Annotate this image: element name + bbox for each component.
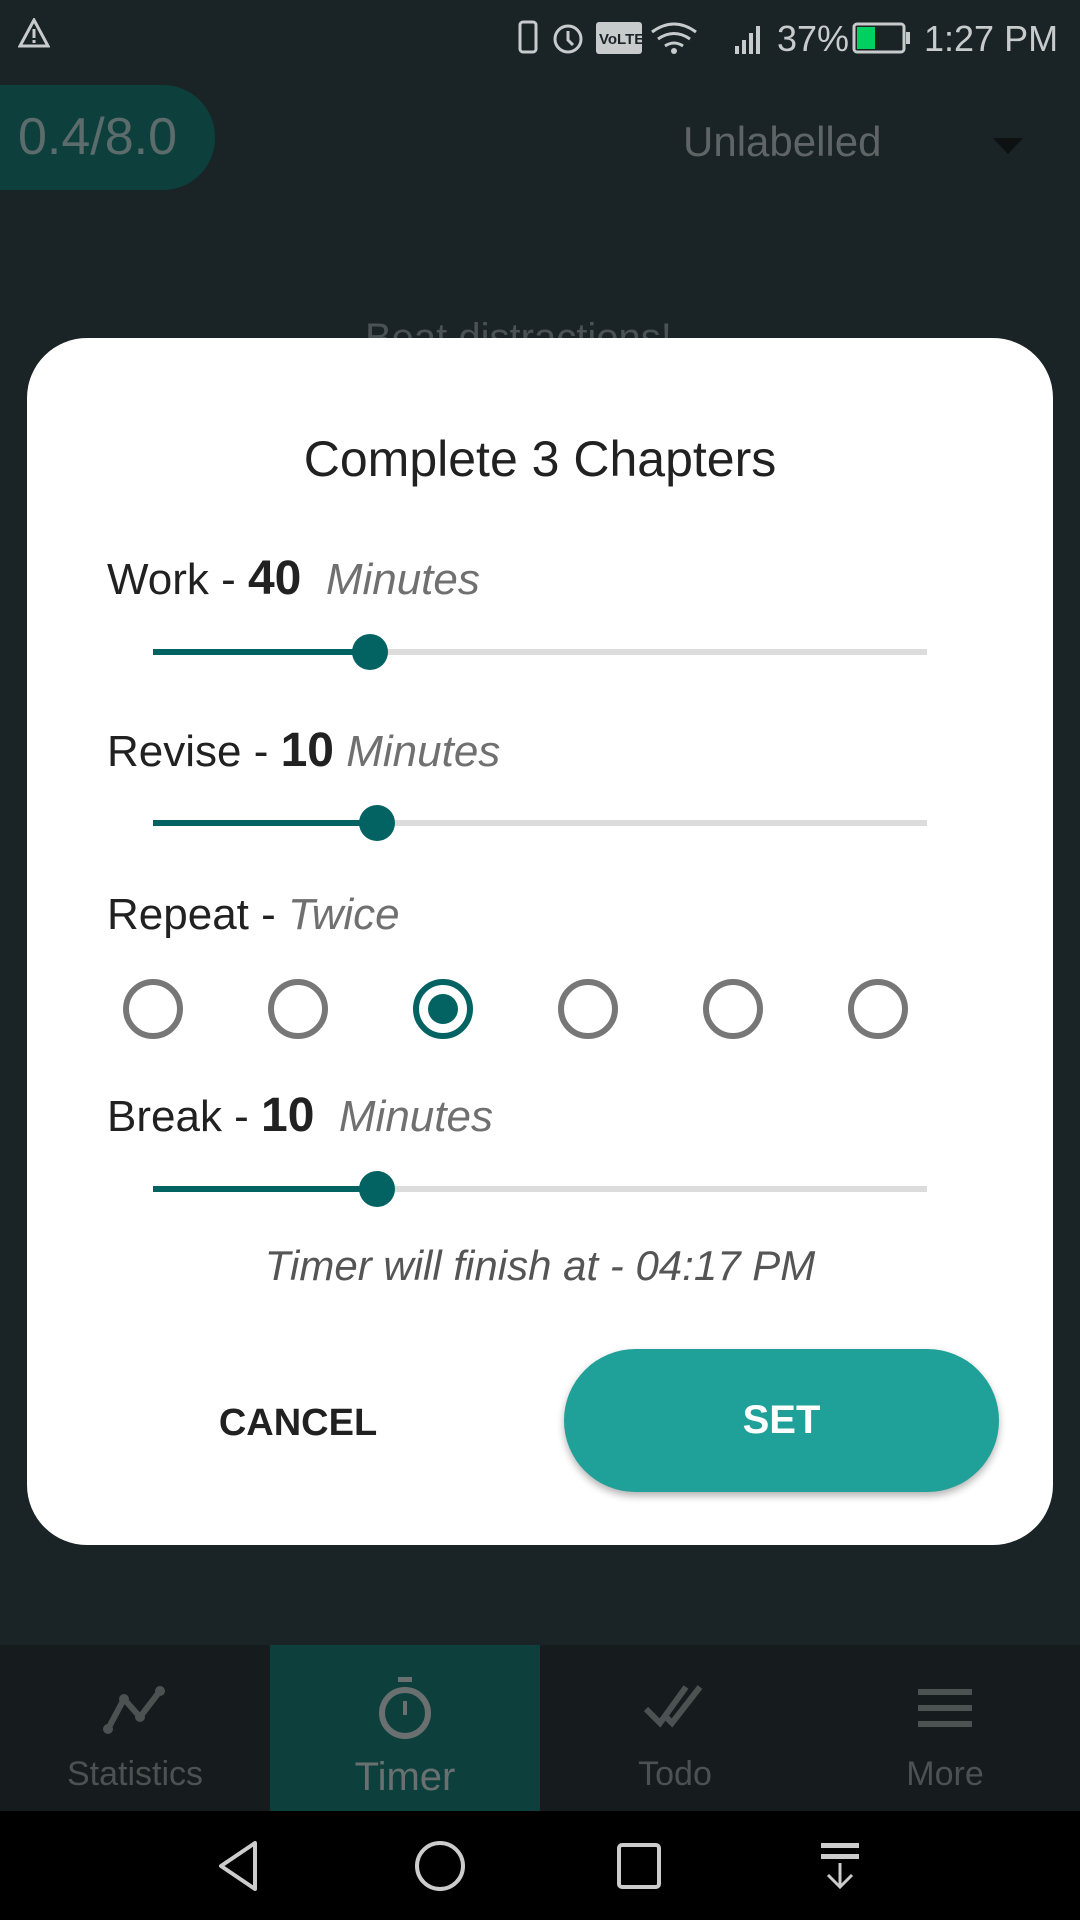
tab-label: More [906, 1755, 984, 1793]
system-navigation-bar [0, 1811, 1080, 1920]
notifications-button[interactable] [740, 1811, 940, 1920]
home-icon [415, 1840, 465, 1891]
work-value: 40 [247, 552, 302, 605]
break-value: 10 [261, 1089, 315, 1142]
break-slider[interactable] [153, 1171, 927, 1207]
tab-label: Todo [638, 1755, 712, 1793]
repeat-radio-2[interactable] [268, 979, 328, 1039]
svg-text:VoLTE: VoLTE [599, 31, 644, 48]
repeat-radio-5[interactable] [703, 979, 763, 1039]
slider-thumb[interactable] [351, 634, 388, 670]
tab-label: Statistics [66, 1755, 204, 1793]
pull-down-icon [821, 1842, 859, 1889]
tab-label: Timer [354, 1755, 456, 1799]
menu-icon [918, 1689, 972, 1727]
tab-timer[interactable]: Timer [270, 1645, 540, 1811]
repeat-text: Repeat - [107, 890, 288, 939]
vibrate-icon [518, 20, 538, 54]
break-unit: Minutes [338, 1092, 493, 1141]
recents-icon [617, 1842, 661, 1889]
bottom-navigation: Statistics Timer Todo More [0, 1645, 1080, 1811]
tab-todo[interactable]: Todo [540, 1645, 810, 1811]
finish-time-text: Timer will finish at - 04:17 PM [264, 1242, 816, 1289]
status-bar: VoLTE 37% 1:27 PM [0, 0, 1080, 75]
revise-value: 10 [280, 724, 334, 777]
stopwatch-icon [379, 1677, 431, 1739]
tab-statistics[interactable]: Statistics [0, 1645, 270, 1811]
break-text: Break - [107, 1092, 262, 1141]
work-text: Work - [107, 555, 248, 604]
revise-slider[interactable] [153, 805, 927, 841]
repeat-radio-4[interactable] [558, 979, 618, 1039]
repeat-radio-1[interactable] [123, 979, 183, 1039]
dialog-title: Complete 3 Chapters [303, 431, 777, 487]
daily-progress-pill[interactable]: 0.4/8.0 [0, 85, 215, 190]
repeat-value: Twice [287, 890, 400, 939]
break-label: Break - 10 Minutes [107, 1088, 493, 1143]
timer-settings-dialog: Complete 3 Chapters Work - 40 Minutes Re… [27, 338, 1053, 1545]
slider-fill [153, 820, 378, 826]
work-unit: Minutes [325, 555, 480, 604]
back-button[interactable] [140, 1811, 340, 1920]
revise-text: Revise - [107, 727, 281, 776]
signal-icon [735, 26, 760, 54]
repeat-label: Repeat - Twice [107, 890, 400, 940]
chart-line-icon [103, 1686, 165, 1734]
slider-fill [153, 649, 370, 655]
wifi-icon [651, 22, 697, 54]
double-check-icon [643, 1685, 703, 1728]
revise-label: Revise - 10 Minutes [107, 723, 500, 778]
battery-percent: 37% [777, 18, 850, 59]
work-label: Work - 40 Minutes [107, 551, 480, 606]
clock: 1:27 PM [924, 18, 1059, 59]
slider-fill [153, 1186, 378, 1192]
revise-unit: Minutes [346, 727, 501, 776]
chevron-down-icon[interactable] [993, 138, 1023, 154]
repeat-radio-3[interactable] [413, 979, 473, 1039]
alarm-icon [553, 24, 583, 54]
tab-more[interactable]: More [810, 1645, 1080, 1811]
volte-icon: VoLTE [596, 22, 644, 54]
slider-thumb[interactable] [359, 805, 396, 841]
warning-icon [18, 18, 50, 48]
cancel-button[interactable]: CANCEL [187, 1398, 409, 1448]
slider-thumb[interactable] [359, 1171, 396, 1207]
work-slider[interactable] [153, 634, 927, 670]
set-button[interactable]: SET [564, 1349, 999, 1492]
label-dropdown[interactable]: Unlabelled [683, 118, 881, 166]
battery-charging-icon [852, 22, 910, 54]
repeat-radio-6[interactable] [848, 979, 908, 1039]
back-icon [219, 1840, 257, 1891]
home-button[interactable] [340, 1811, 540, 1920]
recents-button[interactable] [540, 1811, 740, 1920]
